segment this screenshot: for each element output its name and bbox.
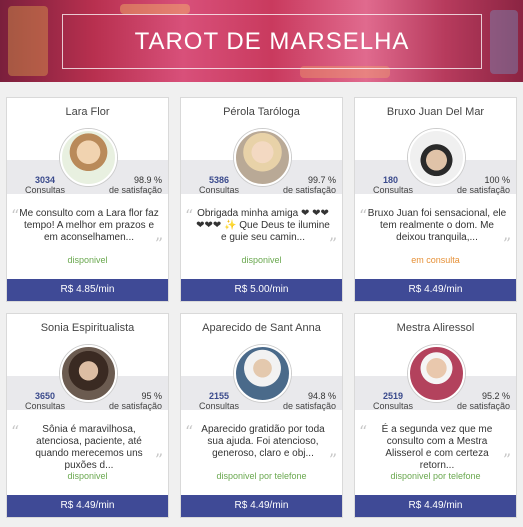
advisor-name[interactable]: Sonia Espiritualista: [7, 322, 168, 334]
consultas-label: Consultas: [373, 185, 414, 195]
satisfaction-label: de satisfação: [282, 185, 336, 195]
advisor-name[interactable]: Lara Flor: [7, 106, 168, 118]
tarot-banner: TAROT DE MARSELHA: [0, 0, 523, 82]
open-quote-icon: “: [11, 422, 20, 441]
consultation-count: 5386: [209, 175, 230, 185]
satisfaction-label: de satisfação: [108, 185, 162, 195]
price-button[interactable]: R$ 4.49/min: [355, 279, 516, 301]
advisor-name[interactable]: Mestra Aliressol: [355, 322, 516, 334]
advisor-card[interactable]: Bruxo Juan Del Mar 180 Consultas 100 % d…: [354, 97, 517, 302]
advisor-avatar[interactable]: [408, 345, 465, 402]
consultation-count: 3650: [35, 391, 56, 401]
review-quote: Aparecido gratidão por toda sua ajuda. F…: [201, 424, 325, 459]
price-button[interactable]: R$ 4.49/min: [355, 495, 516, 517]
satisfaction-label: de satisfação: [282, 401, 336, 411]
price-button[interactable]: R$ 4.49/min: [7, 495, 168, 517]
open-quote-icon: “: [359, 422, 368, 441]
review-quote: É a segunda vez que me consulto com a Me…: [381, 424, 493, 471]
status-text: disponivel: [67, 471, 108, 481]
consultation-count: 2519: [383, 391, 404, 401]
consultas-label: Consultas: [25, 401, 66, 411]
open-quote-icon: “: [185, 422, 194, 441]
satisfaction-percent: 95.2 %: [481, 391, 510, 401]
page-title: TAROT DE MARSELHA: [134, 28, 410, 55]
open-quote-icon: “: [11, 206, 20, 225]
advisor-avatar[interactable]: [408, 129, 465, 186]
review-quote: Sônia é maravilhosa, atenciosa, paciente…: [35, 424, 143, 471]
consultation-count: 3034: [35, 175, 56, 185]
satisfaction-label: de satisfação: [456, 401, 510, 411]
satisfaction-label: de satisfação: [456, 185, 510, 195]
consultas-label: Consultas: [199, 185, 240, 195]
status-text: disponivel por telefone: [390, 471, 481, 481]
satisfaction-percent: 98.9 %: [133, 175, 162, 185]
close-quote-icon: ”: [502, 450, 511, 469]
price-button[interactable]: R$ 4.85/min: [7, 279, 168, 301]
status-text: em consulta: [411, 255, 460, 265]
price-button[interactable]: R$ 5.00/min: [181, 279, 342, 301]
price-button[interactable]: R$ 4.49/min: [181, 495, 342, 517]
status-text: disponivel: [241, 255, 282, 265]
review-quote: Obrigada minha amiga ❤ ❤❤❤❤❤ ✨ Que Deus …: [196, 208, 330, 243]
satisfaction-percent: 100 %: [484, 175, 510, 185]
satisfaction-percent: 99.7 %: [307, 175, 336, 185]
advisor-card[interactable]: Pérola Taróloga 5386 Consultas 99.7 % de…: [180, 97, 343, 302]
close-quote-icon: ”: [502, 234, 511, 253]
open-quote-icon: “: [185, 206, 194, 225]
consultas-label: Consultas: [199, 401, 240, 411]
close-quote-icon: ”: [154, 234, 163, 253]
advisor-avatar[interactable]: [234, 129, 291, 186]
status-text: disponivel: [67, 255, 108, 265]
close-quote-icon: ”: [154, 450, 163, 469]
status-text: disponivel por telefone: [216, 471, 307, 481]
advisor-avatar[interactable]: [60, 129, 117, 186]
review-quote: Me consulto com a Lara flor faz tempo! A…: [19, 208, 159, 243]
consultation-count: 180: [383, 175, 399, 185]
advisor-name[interactable]: Bruxo Juan Del Mar: [355, 106, 516, 118]
satisfaction-percent: 94.8 %: [307, 391, 336, 401]
consultas-label: Consultas: [373, 401, 414, 411]
advisor-name[interactable]: Aparecido de Sant Anna: [181, 322, 342, 334]
close-quote-icon: ”: [328, 450, 337, 469]
close-quote-icon: ”: [328, 234, 337, 253]
advisor-card[interactable]: Sonia Espiritualista 3650 Consultas 95 %…: [6, 313, 169, 518]
advisor-card[interactable]: Lara Flor 3034 Consultas 98.9 % de satis…: [6, 97, 169, 302]
consultas-label: Consultas: [25, 185, 66, 195]
advisor-card[interactable]: Aparecido de Sant Anna 2155 Consultas 94…: [180, 313, 343, 518]
satisfaction-label: de satisfação: [108, 401, 162, 411]
advisor-name[interactable]: Pérola Taróloga: [181, 106, 342, 118]
review-quote: Bruxo Juan foi sensacional, ele tem real…: [367, 208, 507, 243]
consultation-count: 2155: [209, 391, 230, 401]
open-quote-icon: “: [359, 206, 368, 225]
advisor-card[interactable]: Mestra Aliressol 2519 Consultas 95.2 % d…: [354, 313, 517, 518]
satisfaction-percent: 95 %: [141, 391, 162, 401]
advisor-avatar[interactable]: [60, 345, 117, 402]
advisor-avatar[interactable]: [234, 345, 291, 402]
